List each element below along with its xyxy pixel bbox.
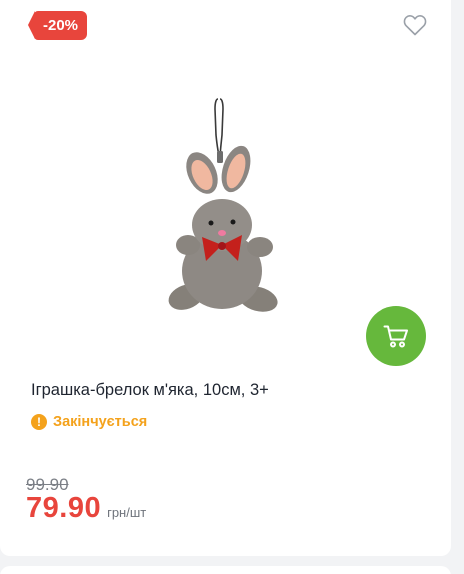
product-card: -20% Іграшка-брелок м'яка, 10см, 3+ ! За… [0,0,451,556]
exclamation-circle-icon: ! [31,414,47,430]
price-unit: грн/шт [107,505,147,520]
price-row: 79.90 грн/шт [26,492,146,525]
product-image-plush-bunny-keychain[interactable] [150,95,300,325]
discount-badge: -20% [28,11,87,40]
stock-status-text: Закінчується [53,414,148,430]
add-to-cart-button[interactable] [366,306,426,366]
next-product-card [0,566,451,574]
heart-icon[interactable] [403,14,427,36]
shopping-cart-icon [383,325,408,348]
current-price: 79.90 [26,492,102,524]
product-title[interactable]: Іграшка-брелок м'яка, 10см, 3+ [31,381,269,400]
stock-status: ! Закінчується [31,414,147,430]
